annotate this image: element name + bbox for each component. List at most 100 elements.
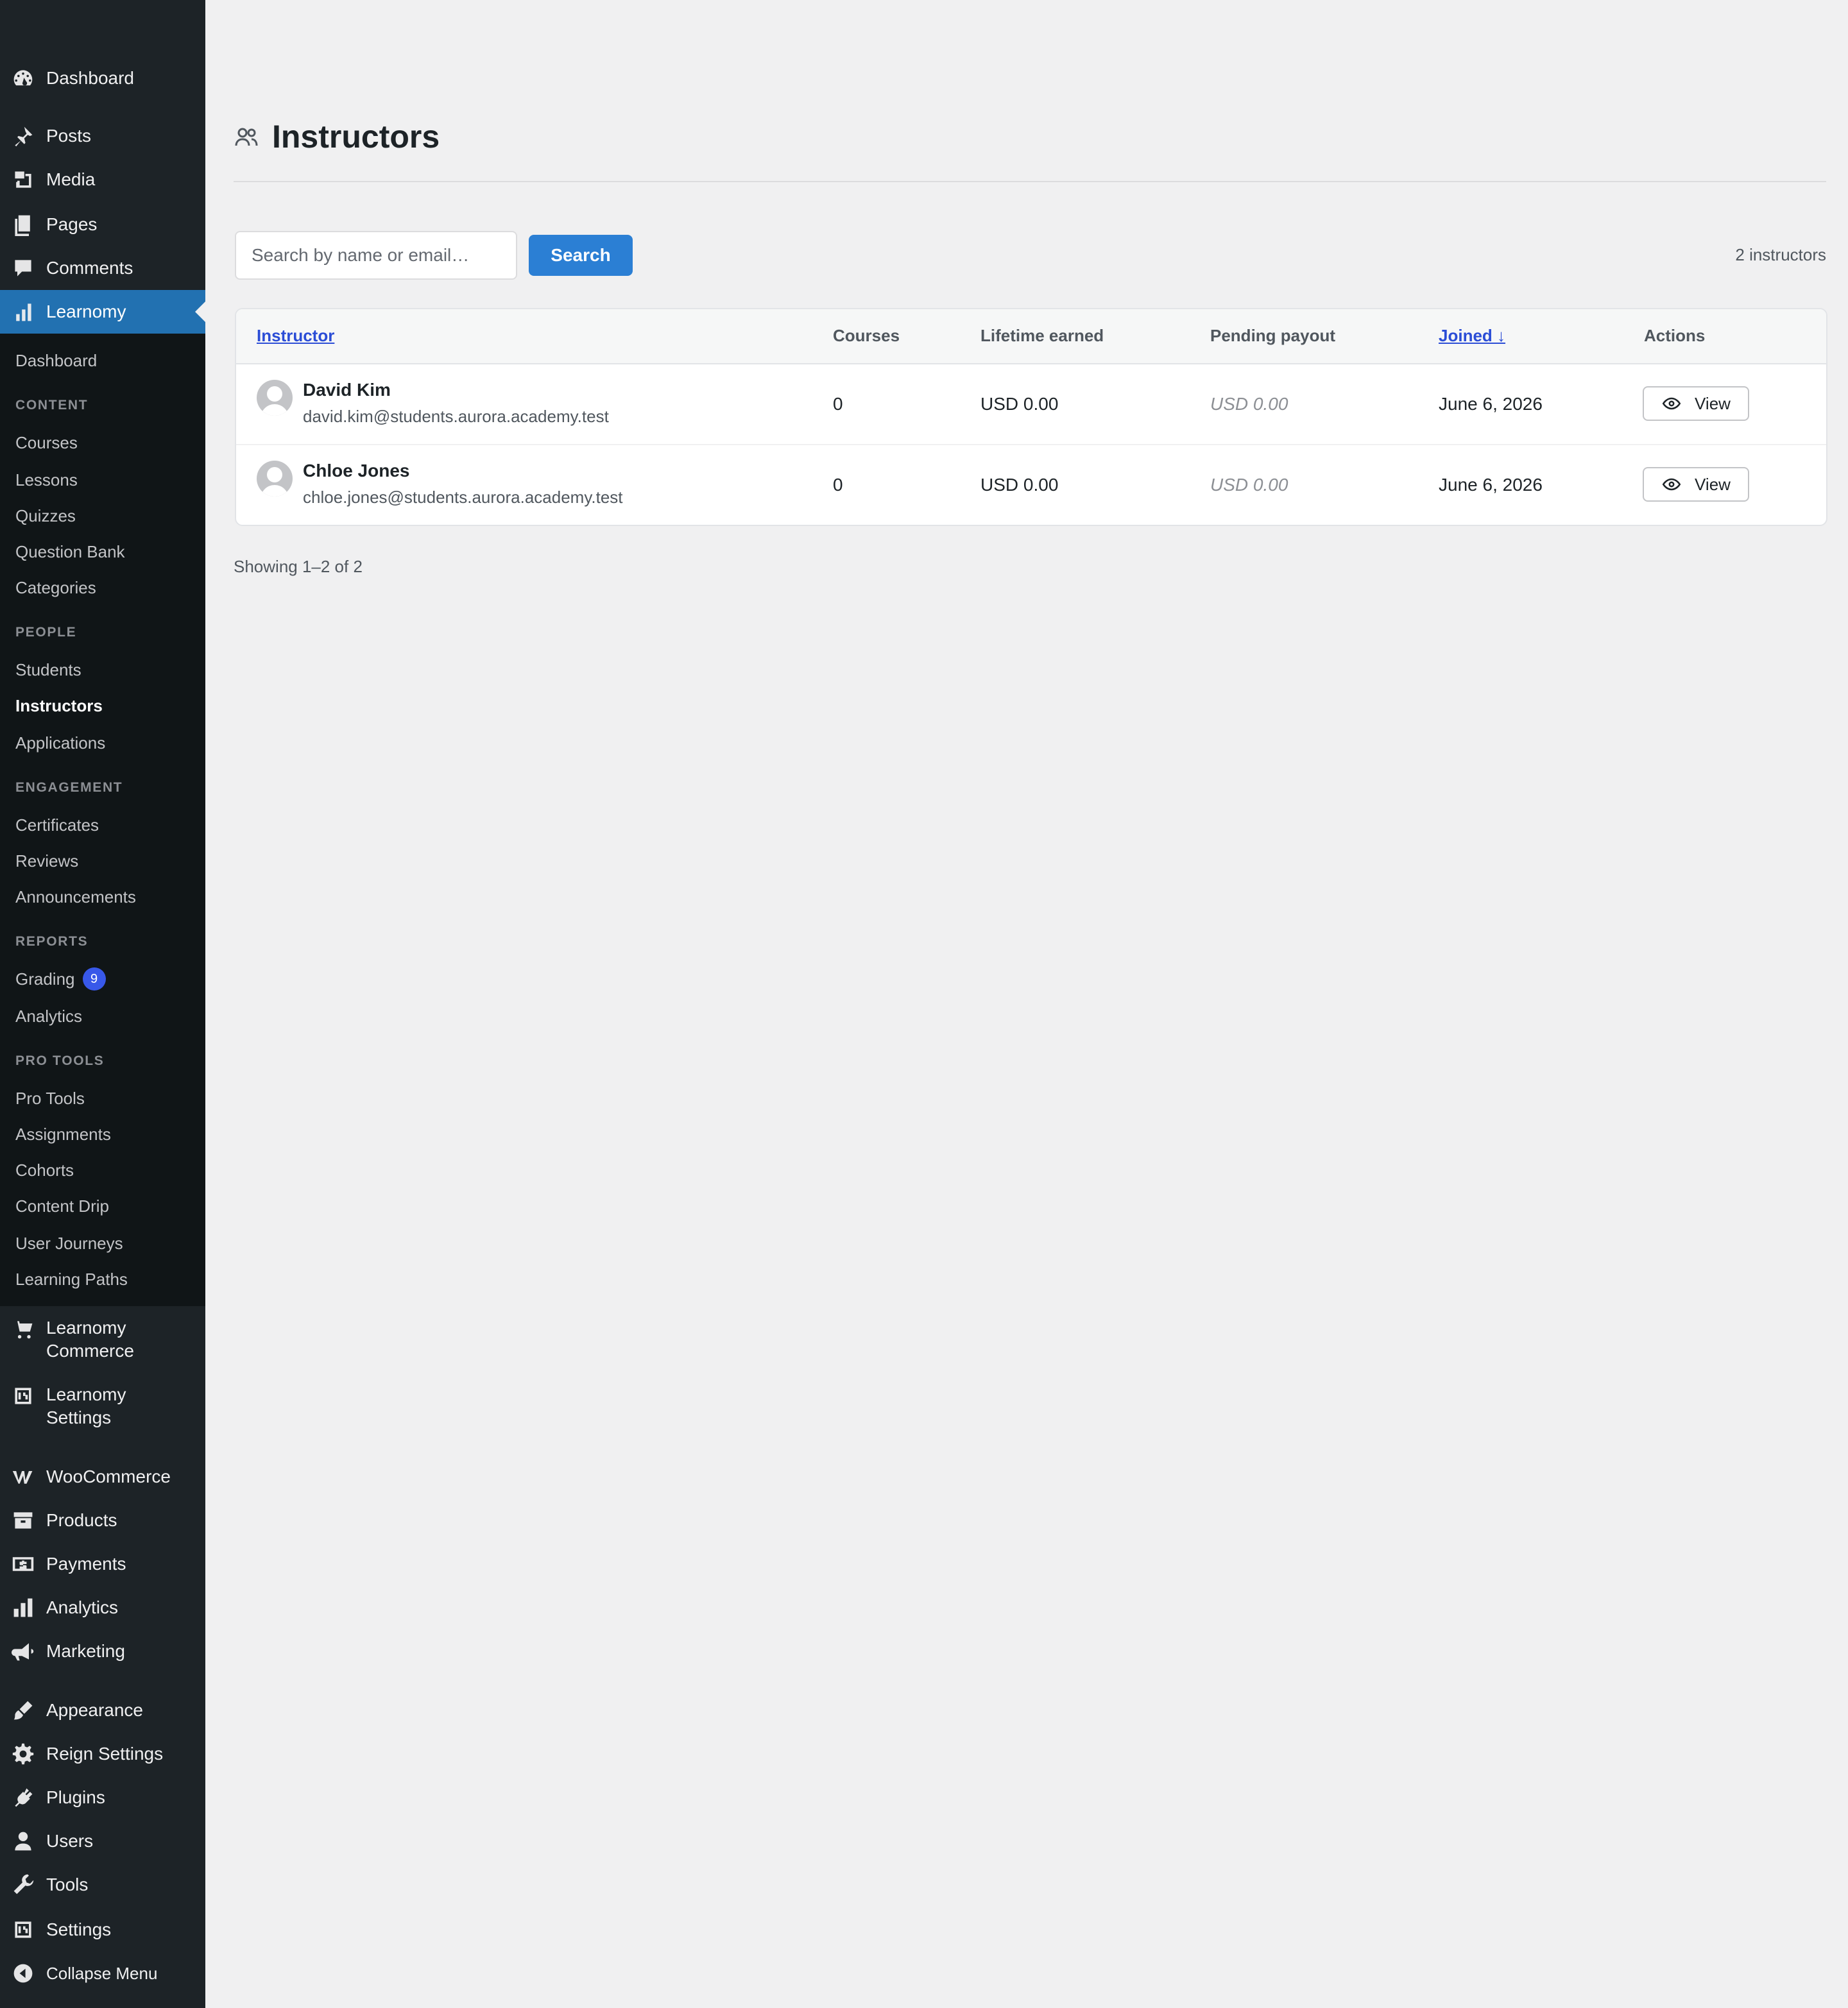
column-actions: Actions xyxy=(1644,326,1706,345)
instructor-name[interactable]: David Kim xyxy=(303,380,391,400)
menu-pages[interactable]: Pages xyxy=(0,203,205,246)
view-button[interactable]: View xyxy=(1643,467,1749,502)
cart-icon xyxy=(0,1316,46,1341)
wrench-icon xyxy=(0,1873,46,1896)
chart-icon xyxy=(0,300,46,323)
bar-chart-icon xyxy=(0,1596,46,1619)
megaphone-icon xyxy=(0,1640,46,1663)
learnomy-submenu: Dashboard CONTENT Courses Lessons Quizze… xyxy=(0,334,205,1306)
joined-date: June 6, 2026 xyxy=(1439,394,1543,414)
submenu-cohorts[interactable]: Cohorts xyxy=(15,1157,74,1183)
section-reports: REPORTS xyxy=(15,934,89,949)
collapse-menu-button[interactable]: Collapse Menu xyxy=(0,1952,205,1995)
submenu-pro-tools[interactable]: Pro Tools xyxy=(15,1085,85,1111)
avatar xyxy=(257,380,293,416)
pin-icon xyxy=(0,124,46,148)
submenu-courses[interactable]: Courses xyxy=(15,430,78,455)
submenu-reviews[interactable]: Reviews xyxy=(15,848,78,874)
submenu-certificates[interactable]: Certificates xyxy=(15,812,99,838)
section-pro-tools: PRO TOOLS xyxy=(15,1053,105,1068)
header-divider xyxy=(234,181,1826,182)
submenu-question-bank[interactable]: Question Bank xyxy=(15,539,125,565)
eye-icon xyxy=(1662,478,1681,491)
menu-analytics[interactable]: Analytics xyxy=(0,1586,205,1629)
pending-payout: USD 0.00 xyxy=(1210,475,1288,495)
section-people: PEOPLE xyxy=(15,625,77,640)
submenu-analytics[interactable]: Analytics xyxy=(15,1003,82,1029)
instructor-count: 2 instructors xyxy=(1735,245,1826,264)
menu-reign-settings[interactable]: Reign Settings xyxy=(0,1732,205,1776)
menu-learnomy[interactable]: Learnomy xyxy=(0,290,205,334)
menu-posts[interactable]: Posts xyxy=(0,114,205,158)
pending-payout: USD 0.00 xyxy=(1210,394,1288,414)
avatar xyxy=(257,461,293,497)
submenu-grading[interactable]: Grading 9 xyxy=(15,966,106,992)
submenu-students[interactable]: Students xyxy=(15,657,81,683)
collapse-icon xyxy=(0,1962,46,1985)
menu-appearance[interactable]: Appearance xyxy=(0,1689,205,1732)
people-icon xyxy=(235,128,258,146)
search-button[interactable]: Search xyxy=(529,235,633,276)
submenu-applications[interactable]: Applications xyxy=(15,730,105,756)
menu-dashboard[interactable]: Dashboard xyxy=(0,56,205,100)
archive-icon xyxy=(0,1509,46,1532)
submenu-assignments[interactable]: Assignments xyxy=(15,1121,111,1147)
menu-learnomy-settings[interactable]: Learnomy Settings xyxy=(0,1383,205,1434)
column-instructor-sort[interactable]: Instructor xyxy=(257,326,334,346)
menu-woocommerce[interactable]: WooCommerce xyxy=(0,1455,205,1499)
menu-marketing[interactable]: Marketing xyxy=(0,1629,205,1673)
brush-icon xyxy=(0,1699,46,1722)
settings-sliders-icon xyxy=(0,1918,46,1941)
column-lifetime-earned: Lifetime earned xyxy=(980,326,1104,345)
menu-settings[interactable]: Settings xyxy=(0,1908,205,1952)
pagination-summary: Showing 1–2 of 2 xyxy=(234,557,363,576)
menu-tools[interactable]: Tools xyxy=(0,1863,205,1907)
settings-sliders-icon xyxy=(0,1383,46,1408)
menu-users[interactable]: Users xyxy=(0,1819,205,1863)
submenu-dashboard[interactable]: Dashboard xyxy=(15,348,97,373)
menu-comments[interactable]: Comments xyxy=(0,246,205,290)
search-input[interactable] xyxy=(235,231,517,280)
table-row: Chloe Jones chloe.jones@students.aurora.… xyxy=(236,445,1826,525)
submenu-announcements[interactable]: Announcements xyxy=(15,884,136,910)
menu-media[interactable]: Media xyxy=(0,158,205,201)
lifetime-earned: USD 0.00 xyxy=(980,475,1059,495)
submenu-content-drip[interactable]: Content Drip xyxy=(15,1193,109,1219)
table-header: Instructor Courses Lifetime earned Pendi… xyxy=(236,309,1826,364)
submenu-quizzes[interactable]: Quizzes xyxy=(15,503,76,529)
table-row: David Kim david.kim@students.aurora.acad… xyxy=(236,364,1826,445)
column-joined-sort[interactable]: Joined ↓ xyxy=(1439,326,1505,346)
media-icon xyxy=(0,168,46,191)
menu-learnomy-commerce[interactable]: Learnomy Commerce xyxy=(0,1316,205,1368)
pages-icon xyxy=(0,213,46,236)
dashboard-icon xyxy=(0,67,46,90)
courses-count: 0 xyxy=(833,475,843,495)
submenu-categories[interactable]: Categories xyxy=(15,575,96,600)
joined-date: June 6, 2026 xyxy=(1439,475,1543,495)
page-title: Instructors xyxy=(272,119,440,155)
woocommerce-icon xyxy=(0,1465,46,1488)
view-button[interactable]: View xyxy=(1643,386,1749,421)
submenu-instructors[interactable]: Instructors xyxy=(15,693,103,719)
grading-count-badge: 9 xyxy=(82,967,106,991)
column-courses: Courses xyxy=(833,326,900,345)
plug-icon xyxy=(0,1786,46,1809)
submenu-lessons[interactable]: Lessons xyxy=(15,467,78,493)
instructor-email: david.kim@students.aurora.academy.test xyxy=(303,407,609,426)
eye-icon xyxy=(1662,397,1681,410)
courses-count: 0 xyxy=(833,394,843,414)
menu-products[interactable]: Products xyxy=(0,1499,205,1542)
menu-plugins[interactable]: Plugins xyxy=(0,1776,205,1819)
user-icon xyxy=(0,1830,46,1853)
submenu-learning-paths[interactable]: Learning Paths xyxy=(15,1266,128,1292)
instructor-name[interactable]: Chloe Jones xyxy=(303,461,409,481)
dollar-icon xyxy=(0,1553,46,1576)
instructor-email: chloe.jones@students.aurora.academy.test xyxy=(303,488,623,507)
lifetime-earned: USD 0.00 xyxy=(980,394,1059,414)
instructors-table: Instructor Courses Lifetime earned Pendi… xyxy=(235,308,1827,526)
section-content: CONTENT xyxy=(15,398,89,413)
comments-icon xyxy=(0,257,46,280)
menu-payments[interactable]: Payments xyxy=(0,1542,205,1586)
submenu-user-journeys[interactable]: User Journeys xyxy=(15,1230,123,1256)
admin-sidebar: Dashboard Posts Media Pages Comments Lea… xyxy=(0,0,205,2008)
